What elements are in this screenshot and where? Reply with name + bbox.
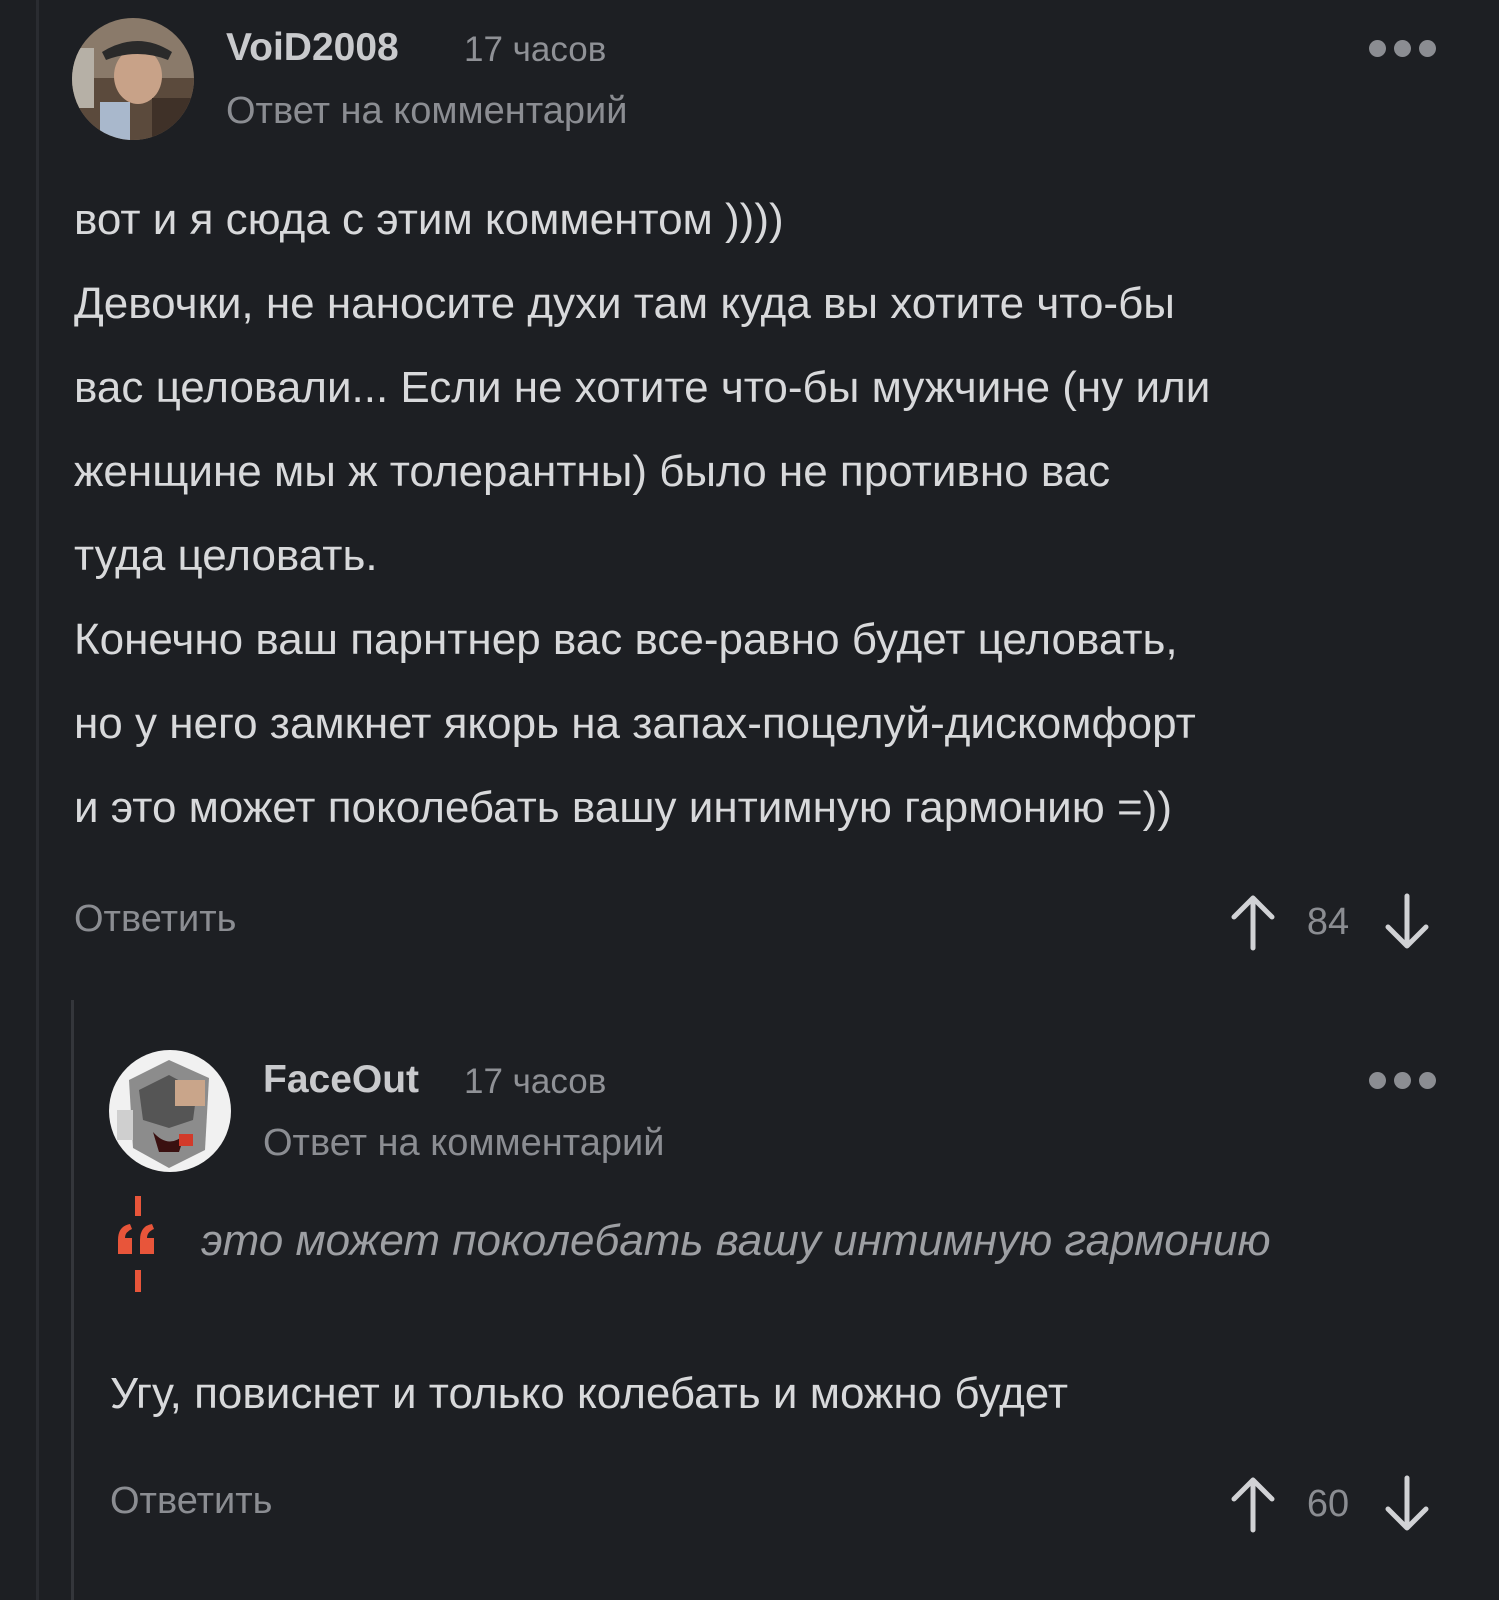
rating-count: 60 [1306, 1482, 1350, 1525]
comment-faceout: FaceOut 17 часов Ответ на комментарий эт… [0, 0, 1499, 1600]
comment-line: Угу, повиснет и только колебать и можно … [110, 1369, 1068, 1418]
arrow-down-icon[interactable] [1382, 1474, 1432, 1534]
reply-to-link[interactable]: Ответ на комментарий [263, 1122, 665, 1165]
more-dots-icon [1394, 1072, 1411, 1089]
comment-body: Угу, повиснет и только колебать и можно … [110, 1352, 1068, 1436]
quote-icon [118, 1196, 154, 1292]
quote-text: это может поколебать вашу интимную гармо… [201, 1216, 1271, 1265]
avatar-image [109, 1050, 231, 1172]
arrow-up-icon[interactable] [1228, 1474, 1278, 1534]
comment-time: 17 часов [464, 1062, 607, 1101]
more-dots-icon [1419, 1072, 1436, 1089]
vote-controls: 60 [1228, 1474, 1432, 1534]
more-options-button[interactable] [1369, 1072, 1436, 1089]
avatar[interactable] [109, 1050, 231, 1172]
author-name[interactable]: FaceOut [263, 1058, 419, 1102]
reply-button[interactable]: Ответить [110, 1480, 272, 1523]
more-dots-icon [1369, 1072, 1386, 1089]
